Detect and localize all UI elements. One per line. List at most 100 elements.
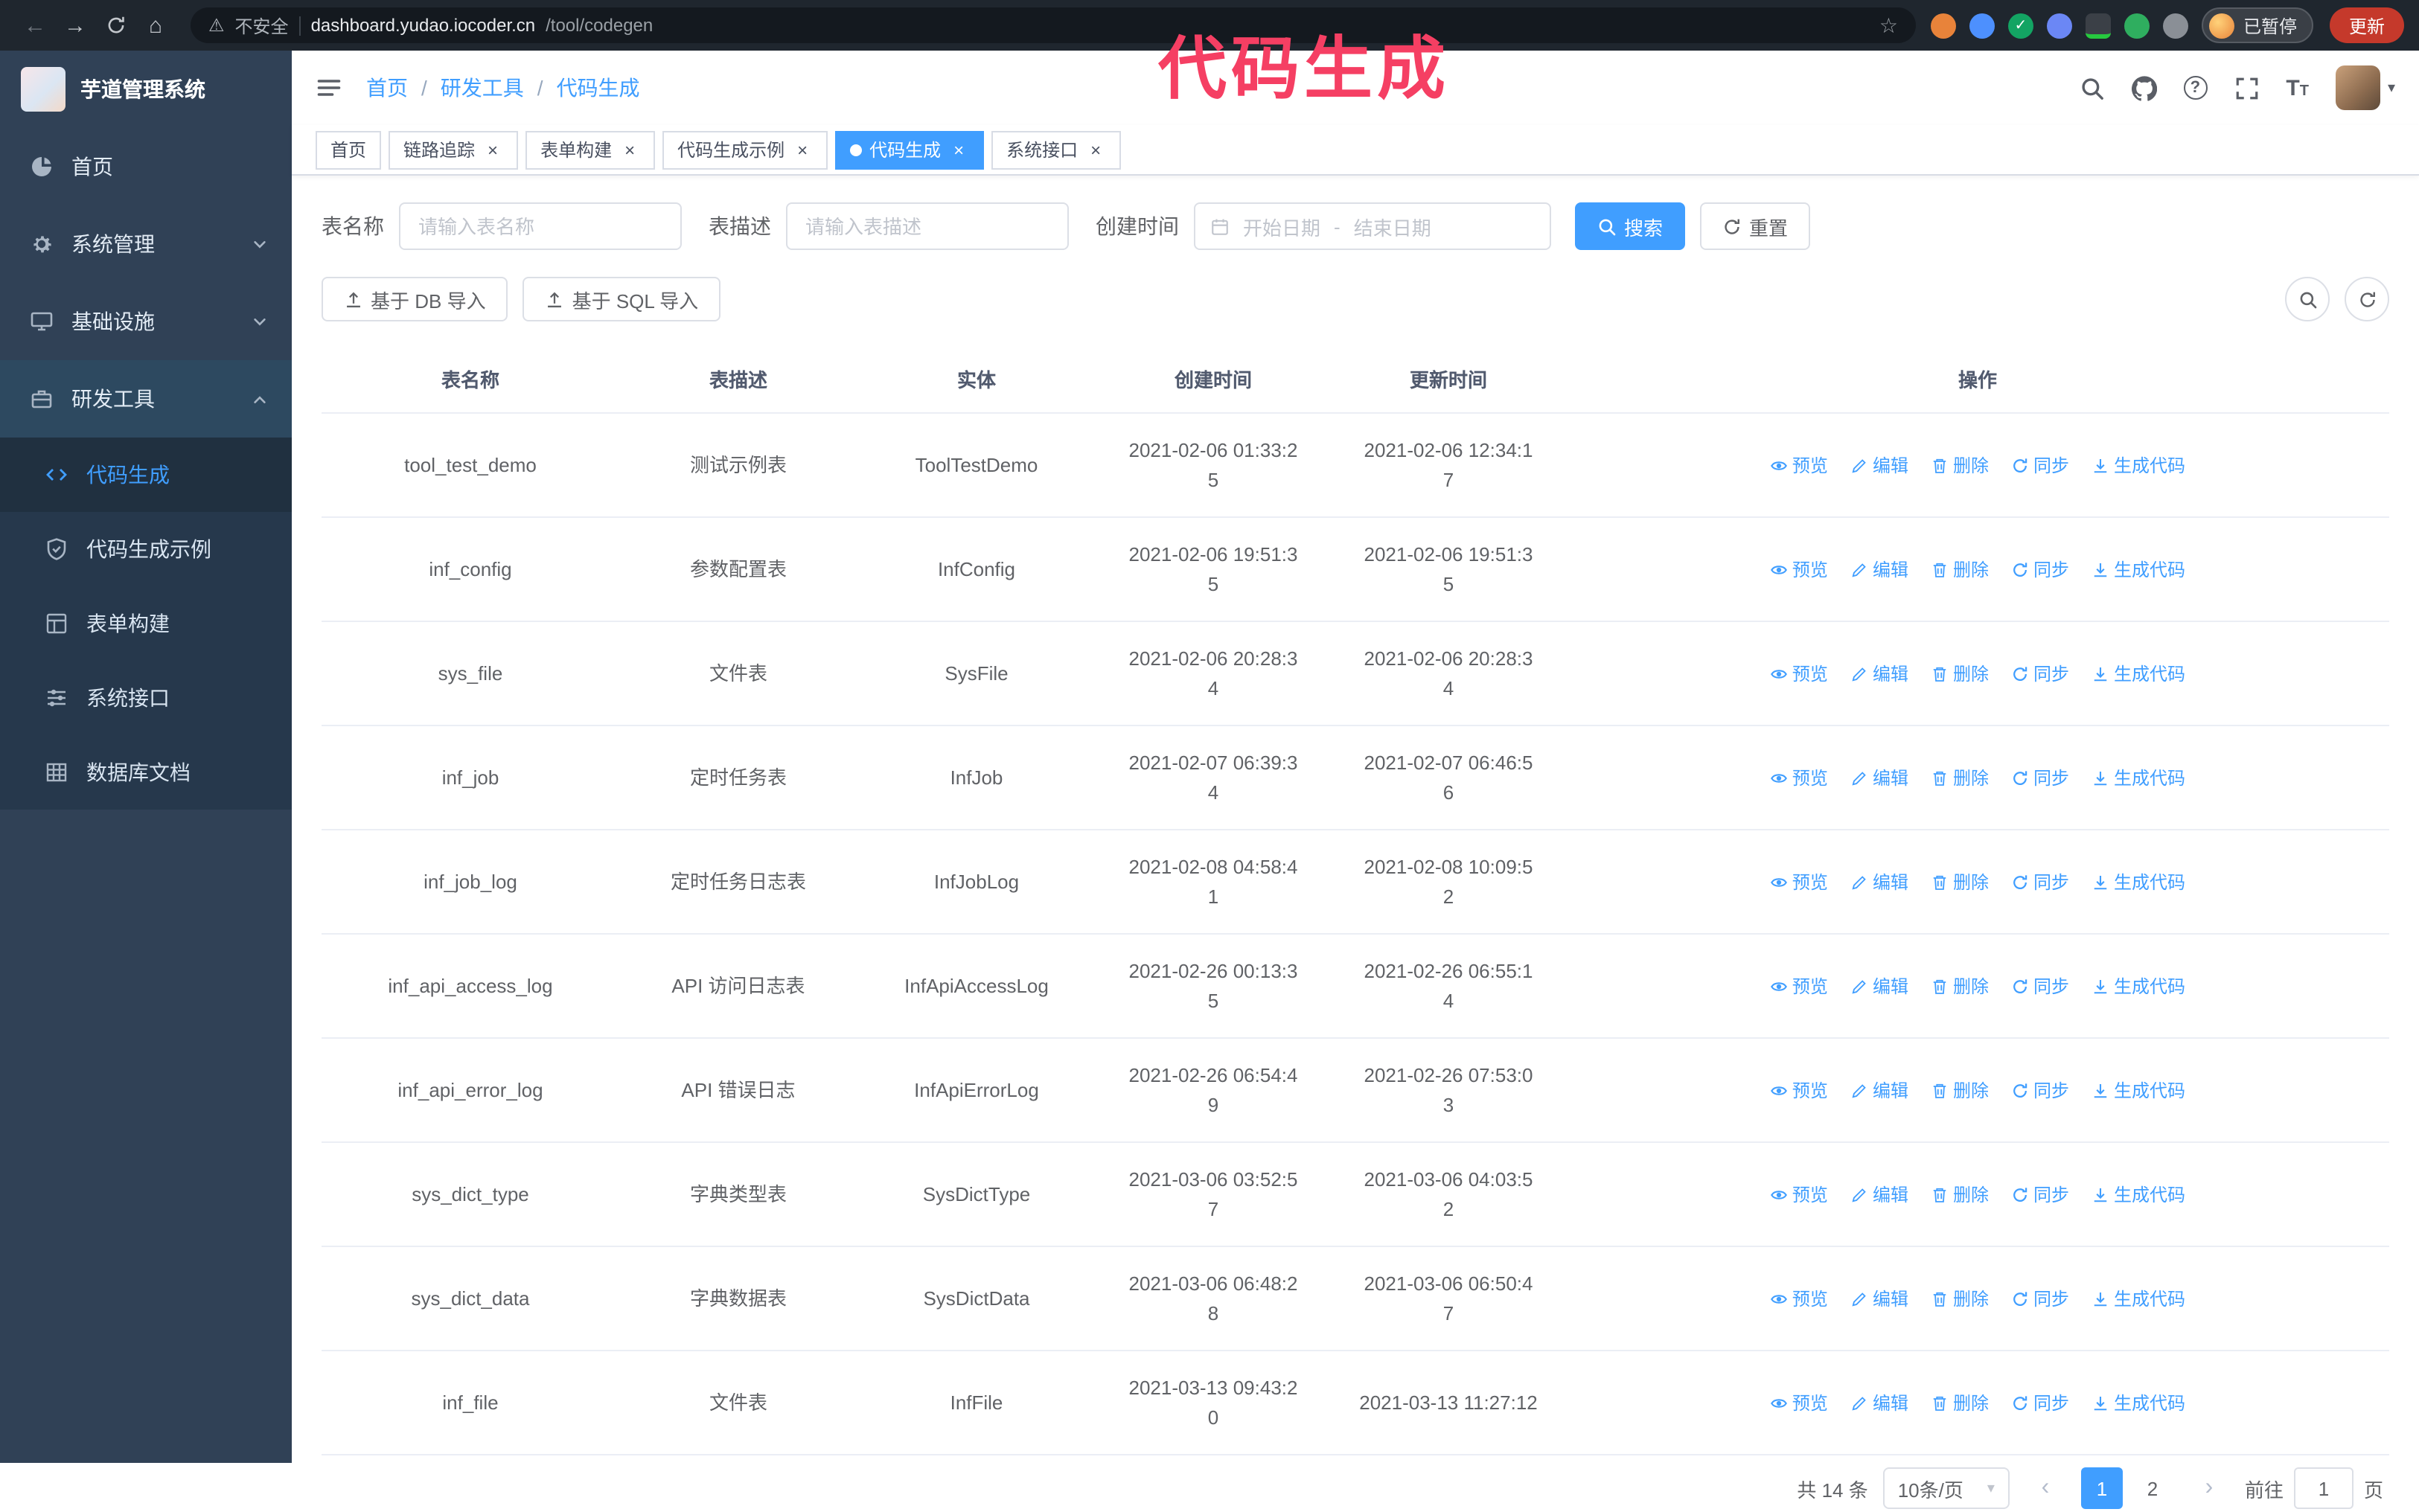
sidebar-item[interactable]: 研发工具	[0, 360, 292, 438]
search-icon[interactable]	[2079, 75, 2104, 100]
sidebar-subitem[interactable]: 系统接口	[0, 661, 292, 735]
tag-close-icon[interactable]: ×	[482, 139, 503, 160]
action-sync[interactable]: 同步	[2011, 1285, 2069, 1312]
tag-close-icon[interactable]: ×	[792, 139, 813, 160]
bookmark-star-icon[interactable]: ☆	[1879, 13, 1898, 38]
action-generate-code[interactable]: 生成代码	[2092, 764, 2185, 791]
help-icon[interactable]: ?	[2183, 76, 2208, 100]
home-button[interactable]: ⌂	[135, 13, 176, 38]
sidebar-subitem[interactable]: 代码生成	[0, 438, 292, 512]
action-sync[interactable]: 同步	[2011, 1389, 2069, 1416]
action-edit[interactable]: 编辑	[1850, 556, 1908, 583]
reset-button[interactable]: 重置	[1700, 202, 1811, 250]
action-preview[interactable]: 预览	[1770, 556, 1828, 583]
action-edit[interactable]: 编辑	[1850, 1389, 1908, 1416]
hamburger-icon[interactable]	[316, 74, 342, 101]
font-size-icon[interactable]: TT	[2286, 75, 2309, 100]
action-delete[interactable]: 删除	[1931, 868, 1989, 895]
action-delete[interactable]: 删除	[1931, 764, 1989, 791]
back-button[interactable]: ←	[15, 13, 55, 38]
date-range-picker[interactable]: 开始日期 - 结束日期	[1194, 202, 1551, 250]
sidebar-item[interactable]: 系统管理	[0, 205, 292, 283]
action-preview[interactable]: 预览	[1770, 452, 1828, 478]
action-generate-code[interactable]: 生成代码	[2092, 868, 2185, 895]
tag-item[interactable]: 表单构建 ×	[525, 130, 656, 169]
action-preview[interactable]: 预览	[1770, 660, 1828, 687]
sidebar-subitem[interactable]: 代码生成示例	[0, 512, 292, 586]
action-sync[interactable]: 同步	[2011, 973, 2069, 999]
action-preview[interactable]: 预览	[1770, 1285, 1828, 1312]
table-name-input[interactable]	[399, 202, 682, 250]
address-bar[interactable]: ⚠ 不安全 dashboard.yudao.iocoder.cn /tool/c…	[191, 7, 1916, 43]
puzzle-extensions-icon[interactable]	[2162, 13, 2188, 38]
fullscreen-icon[interactable]	[2234, 75, 2259, 100]
action-generate-code[interactable]: 生成代码	[2092, 660, 2185, 687]
sidebar-item[interactable]: 基础设施	[0, 283, 292, 360]
tag-close-icon[interactable]: ×	[1085, 139, 1106, 160]
action-edit[interactable]: 编辑	[1850, 868, 1908, 895]
user-avatar[interactable]: ▾	[2335, 65, 2395, 110]
action-preview[interactable]: 预览	[1770, 1181, 1828, 1208]
extension-icon[interactable]	[1969, 13, 1995, 38]
goto-input[interactable]	[2293, 1467, 2354, 1509]
search-toggle-button[interactable]	[2285, 277, 2330, 321]
tag-item[interactable]: 代码生成示例 ×	[662, 130, 828, 169]
prev-page-button[interactable]: ‹	[2025, 1467, 2066, 1509]
extension-icon[interactable]	[1930, 13, 1956, 38]
action-generate-code[interactable]: 生成代码	[2092, 1389, 2185, 1416]
extension-icon[interactable]	[2085, 13, 2111, 38]
action-edit[interactable]: 编辑	[1850, 1077, 1908, 1103]
action-sync[interactable]: 同步	[2011, 1077, 2069, 1103]
forward-button[interactable]: →	[55, 13, 95, 38]
tag-item[interactable]: 代码生成 ×	[835, 130, 985, 169]
action-generate-code[interactable]: 生成代码	[2092, 452, 2185, 478]
import-sql-button[interactable]: 基于 SQL 导入	[523, 277, 721, 321]
action-sync[interactable]: 同步	[2011, 868, 2069, 895]
extension-icon[interactable]	[2124, 13, 2150, 38]
sidebar-subitem[interactable]: 数据库文档	[0, 735, 292, 810]
tag-close-icon[interactable]: ×	[619, 139, 640, 160]
action-edit[interactable]: 编辑	[1850, 660, 1908, 687]
action-delete[interactable]: 删除	[1931, 660, 1989, 687]
action-delete[interactable]: 删除	[1931, 452, 1989, 478]
page-button[interactable]: 2	[2132, 1467, 2173, 1509]
sidebar-subitem[interactable]: 表单构建	[0, 586, 292, 661]
action-generate-code[interactable]: 生成代码	[2092, 973, 2185, 999]
extension-icon[interactable]: ✓	[2007, 13, 2033, 38]
breadcrumb-item-home[interactable]: 首页	[366, 73, 408, 103]
action-sync[interactable]: 同步	[2011, 1181, 2069, 1208]
action-preview[interactable]: 预览	[1770, 1077, 1828, 1103]
action-edit[interactable]: 编辑	[1850, 1181, 1908, 1208]
action-preview[interactable]: 预览	[1770, 1389, 1828, 1416]
action-edit[interactable]: 编辑	[1850, 764, 1908, 791]
tag-item[interactable]: 链路追踪 ×	[389, 130, 519, 169]
action-preview[interactable]: 预览	[1770, 973, 1828, 999]
breadcrumb-item-tools[interactable]: 研发工具	[441, 73, 524, 103]
action-delete[interactable]: 删除	[1931, 1389, 1989, 1416]
chrome-update-button[interactable]: 更新	[2329, 7, 2404, 43]
extension-icon[interactable]	[2046, 13, 2072, 38]
action-sync[interactable]: 同步	[2011, 764, 2069, 791]
action-preview[interactable]: 预览	[1770, 868, 1828, 895]
action-delete[interactable]: 删除	[1931, 556, 1989, 583]
action-sync[interactable]: 同步	[2011, 660, 2069, 687]
tag-item[interactable]: 首页	[316, 130, 382, 169]
action-delete[interactable]: 删除	[1931, 973, 1989, 999]
page-size-select[interactable]: 10条/页 ▾	[1882, 1467, 2010, 1509]
tag-item[interactable]: 系统接口 ×	[991, 130, 1122, 169]
refresh-table-button[interactable]	[2345, 277, 2389, 321]
action-edit[interactable]: 编辑	[1850, 973, 1908, 999]
tag-close-icon[interactable]: ×	[948, 139, 969, 160]
action-generate-code[interactable]: 生成代码	[2092, 556, 2185, 583]
action-delete[interactable]: 删除	[1931, 1077, 1989, 1103]
action-delete[interactable]: 删除	[1931, 1285, 1989, 1312]
app-logo[interactable]: 芋道管理系统	[0, 51, 292, 128]
search-button[interactable]: 搜索	[1575, 202, 1686, 250]
profile-paused-badge[interactable]: 已暂停	[2201, 7, 2313, 43]
reload-button[interactable]	[95, 13, 135, 38]
action-edit[interactable]: 编辑	[1850, 452, 1908, 478]
next-page-button[interactable]: ›	[2188, 1467, 2230, 1509]
import-db-button[interactable]: 基于 DB 导入	[322, 277, 508, 321]
action-delete[interactable]: 删除	[1931, 1181, 1989, 1208]
action-edit[interactable]: 编辑	[1850, 1285, 1908, 1312]
